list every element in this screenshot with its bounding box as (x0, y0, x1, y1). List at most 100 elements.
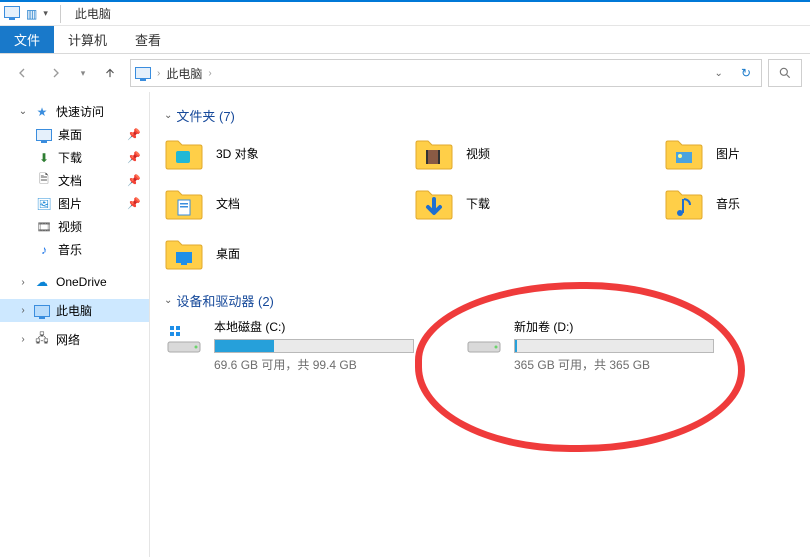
sidebar-item-music[interactable]: ♪ 音乐 (0, 238, 149, 261)
sidebar-item-network[interactable]: › 🖧 网络 (0, 328, 149, 351)
sidebar: ⌄ ★ 快速访问 桌面 📌 ⬇ 下载 📌 🗎 文档 📌 🖼 图片 📌 🎞 视频 (0, 92, 150, 557)
sidebar-label: 下载 (58, 149, 82, 166)
folder-icon (414, 133, 454, 173)
folder-label: 文档 (216, 195, 240, 212)
qat-dropdown-icon[interactable]: ▾ (43, 8, 48, 19)
sidebar-item-onedrive[interactable]: › ☁ OneDrive (0, 271, 149, 293)
folder-item[interactable]: 音乐 (664, 183, 810, 223)
window-title: 此电脑 (75, 5, 111, 22)
folder-label: 音乐 (716, 195, 740, 212)
picture-icon: 🖼 (36, 196, 52, 212)
sidebar-label: 图片 (58, 195, 82, 212)
sidebar-item-downloads[interactable]: ⬇ 下载 📌 (0, 146, 149, 169)
drive-status: 69.6 GB 可用，共 99.4 GB (214, 356, 454, 373)
music-icon: ♪ (36, 242, 52, 258)
folder-item[interactable]: 桌面 (164, 233, 384, 273)
drive-name: 本地磁盘 (C:) (214, 318, 454, 335)
drive-icon (164, 318, 204, 358)
sidebar-item-documents[interactable]: 🗎 文档 📌 (0, 169, 149, 192)
qat-pin-icon[interactable]: ▥ (26, 7, 37, 21)
chevron-down-icon[interactable]: ⌄ (18, 106, 28, 117)
sidebar-item-pictures[interactable]: 🖼 图片 📌 (0, 192, 149, 215)
folder-item[interactable]: 3D 对象 (164, 133, 384, 173)
tab-view[interactable]: 查看 (121, 26, 175, 53)
thispc-icon (34, 303, 50, 319)
sidebar-item-videos[interactable]: 🎞 视频 (0, 215, 149, 238)
ribbon-tabs: 文件 计算机 查看 (0, 26, 810, 54)
section-drives-header[interactable]: ⌄ 设备和驱动器 (2) (164, 291, 796, 310)
section-folders-title: 文件夹 (7) (176, 106, 235, 125)
back-button[interactable] (8, 59, 36, 87)
tab-computer[interactable]: 计算机 (54, 26, 121, 53)
folder-icon (164, 133, 204, 173)
drive-icon (464, 318, 504, 358)
drives-grid: 本地磁盘 (C:) 69.6 GB 可用，共 99.4 GB 新加卷 (D:) … (164, 318, 796, 373)
folder-item[interactable]: 视频 (414, 133, 634, 173)
navigation-bar: ▾ › 此电脑 › ⌄ ↻ (0, 54, 810, 92)
desktop-icon (36, 127, 52, 143)
title-bar: ▥ ▾ 此电脑 (0, 0, 810, 26)
pin-icon: 📌 (127, 151, 141, 164)
drive-item[interactable]: 新加卷 (D:) 365 GB 可用，共 365 GB (464, 318, 754, 373)
folder-icon (664, 133, 704, 173)
refresh-icon[interactable]: ↻ (735, 66, 757, 80)
sidebar-label: 此电脑 (56, 302, 92, 319)
drive-usage-bar (514, 339, 714, 353)
thispc-icon (135, 65, 151, 81)
chevron-down-icon: ⌄ (164, 110, 172, 121)
breadcrumb-root[interactable]: 此电脑 (166, 65, 202, 82)
star-icon: ★ (34, 104, 50, 120)
folder-icon (164, 233, 204, 273)
quick-access-toolbar: ▥ ▾ 此电脑 (4, 5, 111, 23)
drive-status: 365 GB 可用，共 365 GB (514, 356, 754, 373)
drive-item[interactable]: 本地磁盘 (C:) 69.6 GB 可用，共 99.4 GB (164, 318, 454, 373)
chevron-right-icon[interactable]: › (18, 305, 28, 316)
folder-item[interactable]: 文档 (164, 183, 384, 223)
video-icon: 🎞 (36, 219, 52, 235)
document-icon: 🗎 (36, 173, 52, 189)
folder-label: 桌面 (216, 245, 240, 262)
network-icon: 🖧 (34, 332, 50, 348)
sidebar-item-thispc[interactable]: › 此电脑 (0, 299, 149, 322)
main-layout: ⌄ ★ 快速访问 桌面 📌 ⬇ 下载 📌 🗎 文档 📌 🖼 图片 📌 🎞 视频 (0, 92, 810, 557)
content-pane: ⌄ 文件夹 (7) 3D 对象 视频 图片 文档 下载 音乐 桌面 ⌄ 设备和驱… (150, 92, 810, 557)
pin-icon: 📌 (127, 128, 141, 141)
chevron-right-icon[interactable]: › (157, 68, 160, 79)
folder-icon (664, 183, 704, 223)
drive-name: 新加卷 (D:) (514, 318, 754, 335)
recent-dropdown[interactable]: ▾ (76, 59, 90, 87)
folder-item[interactable]: 图片 (664, 133, 810, 173)
folder-icon (164, 183, 204, 223)
chevron-right-icon[interactable]: › (208, 68, 211, 79)
forward-button[interactable] (42, 59, 70, 87)
address-bar[interactable]: › 此电脑 › ⌄ ↻ (130, 59, 762, 87)
sidebar-label: OneDrive (56, 275, 107, 289)
download-icon: ⬇ (36, 150, 52, 166)
address-dropdown-icon[interactable]: ⌄ (709, 68, 729, 79)
sidebar-label: 快速访问 (56, 103, 104, 120)
chevron-right-icon[interactable]: › (18, 334, 28, 345)
pin-icon: 📌 (127, 174, 141, 187)
sidebar-label: 文档 (58, 172, 82, 189)
tab-file[interactable]: 文件 (0, 26, 54, 53)
section-drives-title: 设备和驱动器 (2) (176, 291, 274, 310)
up-button[interactable] (96, 59, 124, 87)
sidebar-label: 视频 (58, 218, 82, 235)
sidebar-label: 音乐 (58, 241, 82, 258)
chevron-right-icon[interactable]: › (18, 277, 28, 288)
sidebar-item-quick-access[interactable]: ⌄ ★ 快速访问 (0, 100, 149, 123)
folders-grid: 3D 对象 视频 图片 文档 下载 音乐 桌面 (164, 133, 796, 273)
pin-icon: 📌 (127, 197, 141, 210)
cloud-icon: ☁ (34, 274, 50, 290)
sidebar-label: 桌面 (58, 126, 82, 143)
section-folders-header[interactable]: ⌄ 文件夹 (7) (164, 106, 796, 125)
folder-item[interactable]: 下载 (414, 183, 634, 223)
drive-usage-bar (214, 339, 414, 353)
folder-label: 图片 (716, 145, 740, 162)
folder-label: 视频 (466, 145, 490, 162)
system-icon (4, 6, 20, 22)
search-input[interactable] (768, 59, 802, 87)
folder-icon (414, 183, 454, 223)
sidebar-item-desktop[interactable]: 桌面 📌 (0, 123, 149, 146)
sidebar-label: 网络 (56, 331, 80, 348)
